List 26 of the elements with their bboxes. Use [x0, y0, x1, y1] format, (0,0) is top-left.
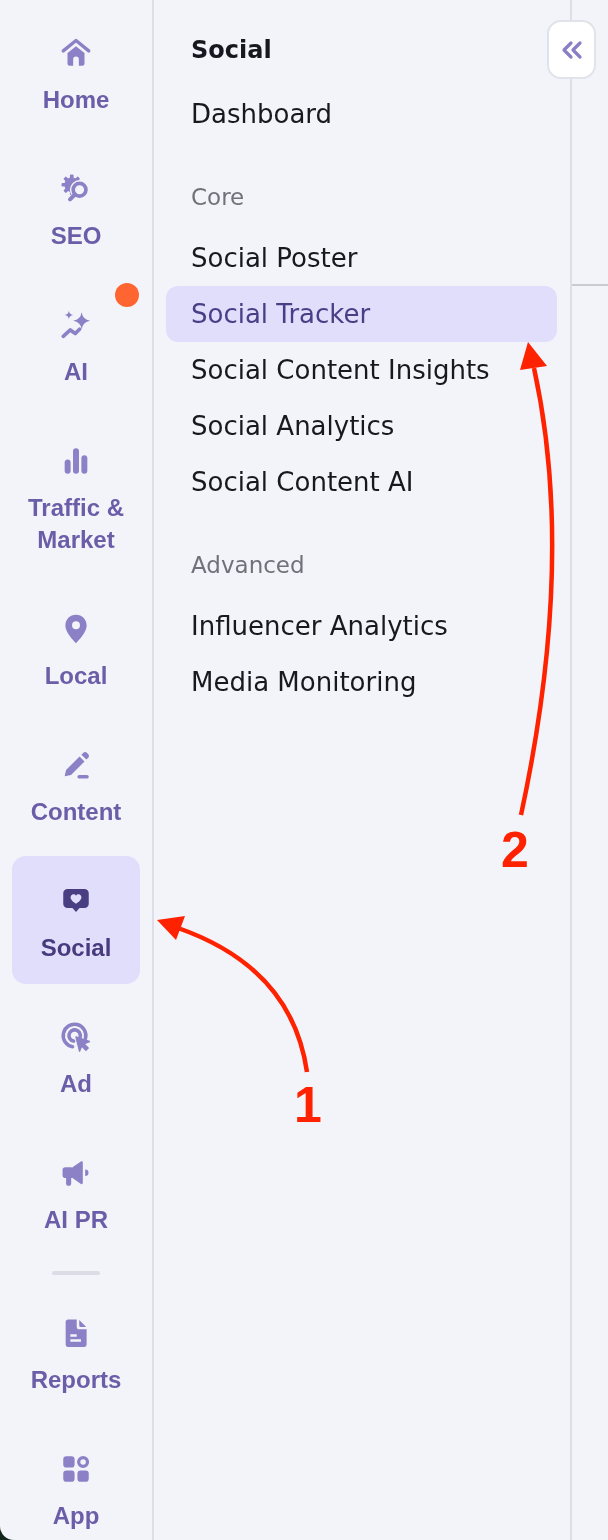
submenu-item[interactable]: Social Content AI — [166, 454, 557, 510]
annotation-number: 2 — [501, 825, 529, 875]
submenu-item[interactable]: Social Analytics — [166, 398, 557, 454]
rail-nav-item[interactable]: Ad — [12, 992, 140, 1120]
submenu-item[interactable]: Dashboard — [166, 86, 557, 142]
rail-nav-item[interactable]: Home — [12, 8, 140, 136]
target-cursor-icon — [59, 1020, 93, 1054]
submenu-item[interactable]: Influencer Analytics — [166, 598, 557, 654]
rail-nav-item[interactable]: SEO — [12, 144, 140, 272]
rail-nav-item[interactable]: Local — [12, 584, 140, 712]
collapse-button[interactable] — [547, 20, 596, 79]
rail-nav-item[interactable]: Traffic & Market — [12, 416, 140, 576]
rail-nav-item[interactable]: AI PR — [12, 1128, 140, 1256]
section-heading: Core — [191, 183, 246, 212]
section-heading: Advanced — [191, 551, 306, 580]
submenu-item[interactable]: Social Poster — [166, 230, 557, 286]
rail-nav-item[interactable]: AI — [12, 280, 140, 408]
submenu-item[interactable]: Social Content Insights — [166, 342, 557, 398]
panel-title: Social — [191, 35, 273, 66]
rail-nav-item[interactable]: Content — [12, 720, 140, 848]
submenu-item[interactable]: Media Monitoring — [166, 654, 557, 710]
rail-nav-item[interactable]: Reports — [12, 1288, 140, 1404]
rail-nav-item[interactable]: Social — [12, 856, 140, 984]
annotation-number: 1 — [294, 1080, 322, 1130]
rail-nav-item[interactable]: App — [12, 1424, 140, 1540]
submenu-item[interactable]: Social Tracker — [166, 286, 557, 342]
